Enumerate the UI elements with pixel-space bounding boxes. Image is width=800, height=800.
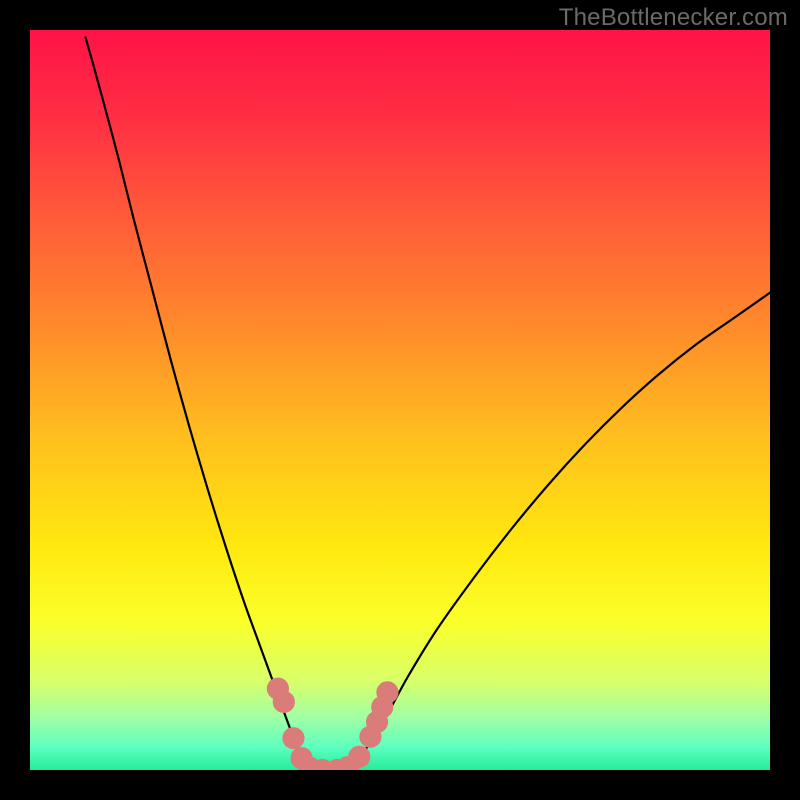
gradient-background <box>30 30 770 770</box>
watermark-text: TheBottlenecker.com <box>559 4 788 32</box>
chart-frame: TheBottlenecker.com <box>0 0 800 800</box>
marker-valley-dots-2 <box>282 727 304 749</box>
marker-valley-dots-12 <box>376 681 398 703</box>
chart-svg <box>30 30 770 770</box>
marker-valley-dots-1 <box>273 691 295 713</box>
plot-area <box>30 30 770 770</box>
marker-valley-dots-8 <box>348 746 370 768</box>
